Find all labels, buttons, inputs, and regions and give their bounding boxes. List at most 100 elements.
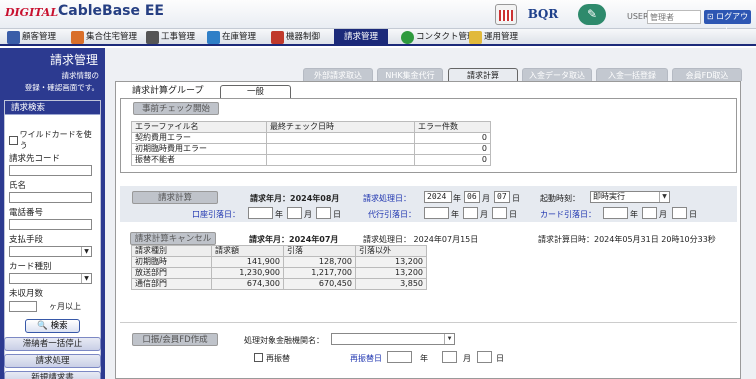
process-month-input[interactable]: 06	[464, 191, 480, 203]
edit-icon[interactable]: ✎	[578, 4, 606, 25]
person-icon	[7, 31, 20, 44]
card-type-select[interactable]: ▼	[9, 273, 92, 284]
bank-select[interactable]: ▼	[331, 333, 455, 345]
nav-customers[interactable]: 顧客管理	[6, 29, 56, 46]
day-unit: 日	[496, 354, 504, 363]
phone-input[interactable]	[9, 219, 92, 230]
col-header: 引落	[283, 245, 356, 257]
cell: 674,300	[211, 278, 284, 290]
tab-external-import[interactable]: 外部請求取込	[303, 68, 373, 81]
building-icon	[71, 31, 84, 44]
folder-icon	[469, 31, 482, 44]
tools-icon	[146, 31, 159, 44]
nav-housing[interactable]: 集合住宅管理	[70, 29, 137, 46]
start-time-label: 起動時刻：	[540, 194, 580, 203]
month-unit: 月	[304, 210, 312, 219]
tab-member-fd[interactable]: 会員FD取込	[672, 68, 742, 81]
nav-label: 機器制御	[286, 32, 321, 42]
card-month-input[interactable]	[642, 207, 657, 219]
group-tab-general[interactable]: 一般	[220, 85, 291, 98]
refund-month-input[interactable]	[442, 351, 457, 363]
day-unit: 日	[512, 194, 520, 203]
cancel-calc-button[interactable]: 請求計算キャンセル	[130, 232, 216, 245]
tab-payment-bulk[interactable]: 入金一括登録	[596, 68, 668, 81]
search-button-label: 検索	[50, 321, 68, 331]
group-title: 請求計算グループ	[132, 86, 204, 96]
cancel-summary-table: 請求種別 請求額 引落 引落以外 初期臨時 141,900 128,700 13,200 放…	[131, 245, 427, 290]
fd-section: 口振/会員FD作成 処理対象金融機関名： ▼ 再振替 再振替日 年 月 日	[120, 322, 737, 377]
day-unit: 日	[509, 210, 517, 219]
search-panel-header: 請求検索	[5, 101, 100, 115]
cell: 1,230,900	[211, 267, 284, 279]
nav-device[interactable]: 機器制御	[270, 29, 320, 46]
refund-label: 再振替	[266, 354, 290, 363]
billing-process-button[interactable]: 請求処理	[4, 354, 101, 368]
calc-timestamp: 請求計算日時：2024年05月31日 20時10分33秒	[538, 235, 716, 244]
billing-calc-button[interactable]: 請求計算	[132, 191, 218, 204]
billing-code-input[interactable]	[9, 165, 92, 176]
agent-day-input[interactable]	[492, 207, 507, 219]
card-day-input[interactable]	[672, 207, 687, 219]
start-time-select[interactable]: 即時実行 ▼	[590, 191, 670, 203]
user-input[interactable]	[647, 10, 701, 24]
nav-label: 集合住宅管理	[86, 32, 138, 42]
cell	[266, 132, 415, 144]
logout-button[interactable]: ⊡ ログアウト	[704, 10, 751, 35]
account-year-input[interactable]	[248, 207, 273, 219]
process-year-input[interactable]: 2024	[424, 191, 452, 203]
sidebar-desc-line2: 登録・確認画面です。	[24, 83, 99, 92]
col-header: 引落以外	[355, 245, 427, 257]
chevron-down-icon: ▼	[659, 192, 669, 202]
table-row: 契約費用エラー 0	[131, 132, 491, 144]
year-unit: 年	[451, 210, 459, 219]
fd-create-button[interactable]: 口振/会員FD作成	[132, 333, 218, 346]
name-input[interactable]	[9, 192, 92, 203]
nav-billing[interactable]: 請求管理	[334, 29, 389, 46]
nav-inventory[interactable]: 在庫管理	[206, 29, 256, 46]
nav-label: 運用管理	[484, 32, 519, 42]
cell	[266, 143, 415, 155]
search-button[interactable]: 🔍 検索	[25, 319, 80, 333]
nav-label: コンタクト管理	[416, 32, 476, 42]
agent-month-input[interactable]	[463, 207, 478, 219]
month-unit: 月	[463, 354, 471, 363]
sidebar-desc: 請求情報の 登録・確認画面です。	[25, 70, 99, 94]
bqr-button[interactable]: BQR	[526, 4, 560, 25]
nav-construction[interactable]: 工事管理	[145, 29, 195, 46]
precheck-button[interactable]: 事前チェック開始	[133, 102, 219, 115]
new-invoice-button[interactable]: 新規請求書	[4, 371, 101, 379]
col-header: 請求額	[211, 245, 284, 257]
unpaid-input[interactable]	[9, 301, 37, 312]
wildcard-checkbox[interactable]	[9, 135, 18, 145]
tab-billing-calc[interactable]: 請求計算	[448, 68, 518, 81]
nav-operations[interactable]: 運用管理	[468, 29, 518, 46]
card-type-label: カード種別	[9, 262, 52, 272]
tab-nhk[interactable]: NHK集金代行	[377, 68, 443, 81]
month-unit: 月	[659, 210, 667, 219]
bulk-suspend-button[interactable]: 滞納者一括停止	[4, 337, 101, 351]
calendar-icon[interactable]	[495, 4, 517, 25]
process-day-input[interactable]: 07	[494, 191, 510, 203]
user-label: USER	[627, 12, 649, 21]
wildcard-label: ワイルドカードを使う	[19, 130, 92, 150]
nav-label: 請求管理	[344, 32, 379, 42]
col-header: エラーファイル名	[131, 121, 267, 133]
months-over-label: ヶ月以上	[49, 302, 81, 311]
refund-day-input[interactable]	[477, 351, 492, 363]
month-unit: 月	[482, 194, 490, 203]
tab-payment-import[interactable]: 入金データ取込	[522, 68, 592, 81]
wildcard-checkbox-row[interactable]: ワイルドカードを使う	[9, 129, 96, 151]
account-month-input[interactable]	[287, 207, 302, 219]
agent-year-input[interactable]	[424, 207, 449, 219]
refund-year-input[interactable]	[387, 351, 412, 363]
account-day-input[interactable]	[316, 207, 331, 219]
nav-contact[interactable]: コンタクト管理	[400, 29, 476, 46]
refund-checkbox[interactable]	[254, 353, 263, 362]
table-row: 放送部門 1,230,900 1,217,700 13,200	[131, 267, 427, 279]
cell	[266, 154, 415, 166]
payment-select[interactable]: ▼	[9, 246, 92, 257]
billing-calc-panel: 請求計算グループ 一般 事前チェック開始 エラーファイル名 最終チェック日時 エラー…	[115, 81, 741, 379]
card-year-input[interactable]	[603, 207, 628, 219]
card-debit-label: カード引落日：	[540, 210, 596, 219]
unpaid-label: 未収月数	[9, 289, 44, 299]
